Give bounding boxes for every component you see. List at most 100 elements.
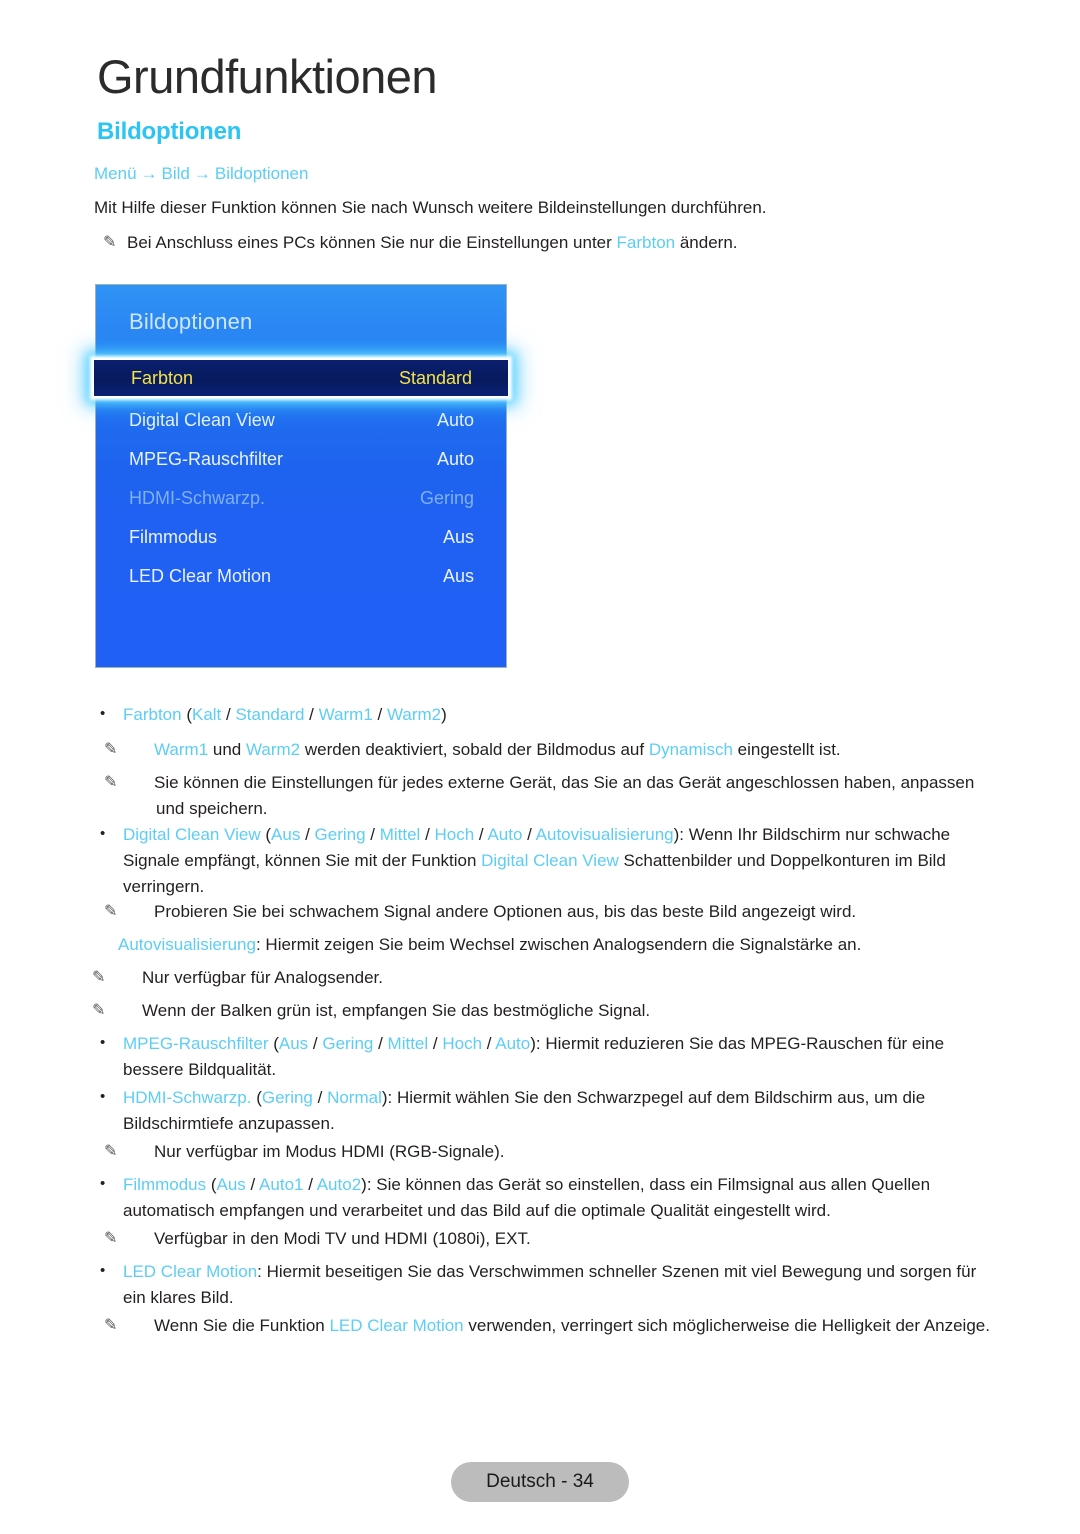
bullet-text: HDMI-Schwarzp. (Gering / Normal): Hiermi… (100, 1085, 980, 1137)
option-aus: Aus (271, 825, 301, 844)
osd-row-filmmodus[interactable]: Filmmodus Aus (97, 518, 505, 557)
bullet-dot-icon: • (100, 825, 106, 843)
note-text: ✎ Warm1 und Warm2 werden deaktiviert, sob… (104, 737, 990, 763)
note-part: und (208, 740, 246, 759)
bullet-dot-icon: • (100, 1262, 106, 1280)
note-text: ✎ Sie können die Einstellungen für jedes … (104, 770, 990, 822)
note-text: ✎ Nur verfügbar im Modus HDMI (RGB-Signal… (104, 1139, 990, 1165)
option-auto: Auto (487, 825, 523, 844)
bullet-text: Farbton (Kalt / Standard / Warm1 / Warm2… (100, 702, 980, 728)
link-farbton: Farbton (616, 233, 676, 252)
bullet-dot-icon: • (100, 1088, 106, 1106)
note-body: Probieren Sie bei schwachem Signal ander… (154, 902, 857, 921)
sep: / (373, 1034, 388, 1053)
note-body: Nur verfügbar für Analogsender. (142, 968, 383, 987)
note-text: ✎ Verfügbar in den Modi TV und HDMI (1080… (104, 1226, 990, 1252)
osd-row-value: Aus (442, 527, 474, 547)
breadcrumb-item-bildoptionen: Bildoptionen (214, 164, 309, 183)
bullet-led-clear-motion: • LED Clear Motion: Hiermit beseitigen S… (100, 1259, 990, 1311)
breadcrumb-arrow-icon: → (193, 164, 211, 183)
intro-paragraph: Mit Hilfe dieser Funktion können Sie nac… (94, 198, 767, 217)
sep: / (245, 1175, 260, 1194)
osd-row-label: Farbton (131, 367, 194, 388)
tv-osd-panel: Bildoptionen Farbton Standard Digital Cl… (92, 284, 510, 668)
option-autovisualisierung: Autovisualisierung (535, 825, 674, 844)
bullet-mpeg-rauschfilter: • MPEG-Rauschfilter (Aus / Gering / Mitt… (100, 1031, 980, 1083)
sep: / (372, 705, 387, 724)
bullet-text: LED Clear Motion: Hiermit beseitigen Sie… (100, 1259, 990, 1311)
pencil-note-icon: ✎ (92, 1002, 106, 1019)
bullet-text: MPEG-Rauschfilter (Aus / Gering / Mittel… (100, 1031, 980, 1083)
sep: / (474, 825, 488, 844)
note-analog-only: ✎ Nur verfügbar für Analogsender. (92, 965, 978, 991)
manual-page: Grundfunktionen Bildoptionen Menü → Bild → B… (0, 0, 1080, 1534)
note-part: werden deaktiviert, sobald der Bildmodus… (300, 740, 649, 759)
option-hoch: Hoch (434, 825, 475, 844)
link-dynamisch: Dynamisch (648, 740, 733, 759)
note-text: ✎ Probieren Sie bei schwachem Signal ande… (104, 899, 990, 925)
option-warm1: Warm1 (318, 705, 373, 724)
bullet-digital-clean-view: • Digital Clean View (Aus / Gering / Mit… (100, 822, 990, 899)
osd-row-mpeg-rauschfilter[interactable]: MPEG-Rauschfilter Auto (97, 440, 505, 479)
section-heading: Bildoptionen (97, 118, 242, 145)
term-mpeg-rauschfilter: MPEG-Rauschfilter (123, 1034, 269, 1053)
paren-open: ( (206, 1175, 217, 1194)
note-part: Wenn Sie die Funktion (154, 1316, 330, 1335)
sep: / (365, 825, 380, 844)
sep: / (428, 1034, 443, 1053)
option-mittel: Mittel (379, 825, 421, 844)
option-gering: Gering (314, 825, 366, 844)
link-warm1: Warm1 (154, 740, 209, 759)
term-hdmi-schwarzp: HDMI-Schwarzp. (123, 1088, 252, 1107)
note-try-options: ✎ Probieren Sie bei schwachem Signal ande… (104, 899, 990, 925)
note-hdmi-rgb-only: ✎ Nur verfügbar im Modus HDMI (RGB-Signal… (104, 1139, 990, 1165)
note-part: verwenden, verringert sich möglicherweis… (463, 1316, 990, 1335)
note-available-modes: ✎ Verfügbar in den Modi TV und HDMI (1080… (104, 1226, 990, 1252)
osd-row-value: Standard (398, 367, 472, 388)
paren-open: ( (251, 1088, 262, 1107)
bullet-filmmodus: • Filmmodus (Aus / Auto1 / Auto2): Sie k… (100, 1172, 990, 1224)
sep: / (221, 705, 236, 724)
option-hoch: Hoch (442, 1034, 483, 1053)
paren-close: ) (441, 705, 447, 724)
osd-row-farbton[interactable]: Farbton Standard (92, 358, 510, 398)
note-body: Wenn der Balken grün ist, empfangen Sie … (142, 1001, 651, 1020)
osd-row-value: Auto (436, 449, 474, 469)
option-aus: Aus (278, 1034, 309, 1053)
option-auto2: Auto2 (316, 1175, 362, 1194)
note-text: ✎ Wenn der Balken grün ist, empfangen Sie… (92, 998, 978, 1024)
bullet-text: Digital Clean View (Aus / Gering / Mitte… (100, 822, 990, 899)
osd-row-digital-clean-view[interactable]: Digital Clean View Auto (97, 401, 505, 440)
term-farbton: Farbton (123, 705, 182, 724)
paren-open: ( (260, 825, 272, 844)
sep: / (522, 825, 536, 844)
sep: / (300, 825, 315, 844)
note-body: Sie können die Einstellungen für jedes e… (154, 773, 975, 819)
note-green-bar: ✎ Wenn der Balken grün ist, empfangen Sie… (92, 998, 978, 1024)
note-part: eingestellt ist. (732, 740, 841, 759)
bullet-hdmi-schwarzpegel: • HDMI-Schwarzp. (Gering / Normal): Hier… (100, 1085, 980, 1137)
note-warm-deactivated: ✎ Warm1 und Warm2 werden deaktiviert, sob… (104, 737, 990, 763)
note-save-settings: ✎ Sie können die Einstellungen für jedes … (104, 770, 990, 822)
osd-row-label: HDMI-Schwarzp. (129, 488, 266, 508)
osd-row-hdmi-schwarzp: HDMI-Schwarzp. Gering (97, 479, 505, 518)
option-gering: Gering (261, 1088, 313, 1107)
option-standard: Standard (235, 705, 305, 724)
page-title: Grundfunktionen (97, 50, 438, 103)
breadcrumb-item-bild: Bild (161, 164, 190, 183)
page-footer-badge: Deutsch - 34 (451, 1462, 629, 1502)
osd-title: Bildoptionen (129, 309, 253, 334)
breadcrumb: Menü → Bild → Bildoptionen (94, 164, 308, 184)
pencil-note-icon: ✎ (92, 969, 106, 986)
bullet-farbton: • Farbton (Kalt / Standard / Warm1 / War… (100, 702, 980, 728)
pencil-note-icon: ✎ (103, 234, 117, 251)
note-text: ✎ Nur verfügbar für Analogsender. (92, 965, 978, 991)
note-body: Verfügbar in den Modi TV und HDMI (1080i… (154, 1229, 531, 1248)
sep: / (304, 705, 319, 724)
osd-row-value: Aus (442, 566, 474, 586)
osd-row-label: LED Clear Motion (129, 566, 272, 586)
link-warm2: Warm2 (245, 740, 301, 759)
pencil-note-icon: ✎ (104, 1143, 118, 1160)
osd-row-led-clear-motion[interactable]: LED Clear Motion Aus (97, 557, 505, 596)
option-warm2: Warm2 (386, 705, 442, 724)
